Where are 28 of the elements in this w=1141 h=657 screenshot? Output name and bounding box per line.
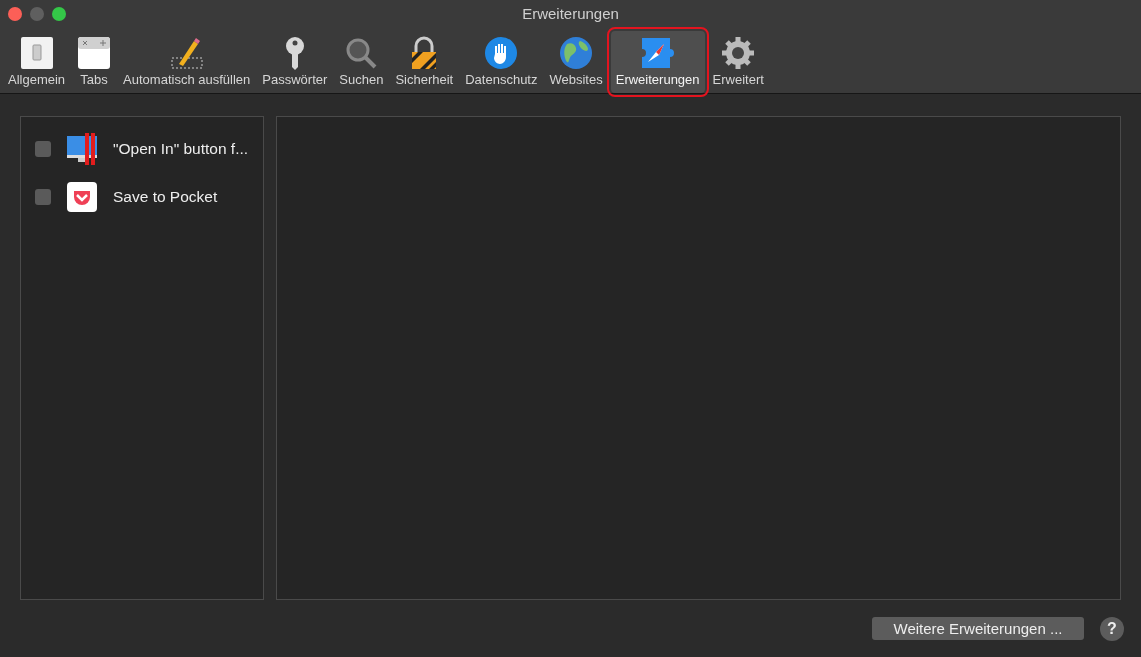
zoom-button[interactable] (52, 6, 66, 21)
window-title: Erweiterungen (522, 5, 619, 22)
tabs-icon (77, 36, 112, 70)
help-button[interactable]: ? (1100, 616, 1124, 641)
more-extensions-button[interactable]: Weitere Erweiterungen ... (872, 617, 1084, 640)
minimize-button[interactable] (30, 6, 44, 21)
extension-name: Save to Pocket (113, 188, 218, 206)
toolbar-tab[interactable]: Erweitert (706, 31, 770, 93)
pocket-icon (67, 182, 97, 212)
toolbar-tab[interactable]: Suchen (333, 31, 390, 93)
monitor-icon (66, 133, 98, 165)
checkbox[interactable] (35, 189, 51, 205)
checkbox[interactable] (35, 141, 51, 157)
toolbar-tab[interactable]: Tabs (71, 31, 118, 93)
extension-name: "Open In" button f... (113, 140, 249, 158)
magnifier-icon (344, 36, 379, 70)
globe-icon (559, 36, 594, 70)
toolbar-tab[interactable]: Websites (543, 31, 609, 93)
switch-icon (19, 36, 54, 70)
close-button[interactable] (8, 6, 22, 21)
pencil-icon (169, 36, 204, 70)
toolbar-tab[interactable]: Automatisch ausfüllen (117, 31, 257, 93)
toolbar-tab[interactable]: Datenschutz (459, 31, 544, 93)
toolbar-tab[interactable]: Allgemein (2, 31, 72, 93)
gear-icon (721, 36, 756, 70)
toolbar-tab[interactable]: Sicherheit (389, 31, 460, 93)
hand-icon (484, 36, 519, 70)
toolbar-tab[interactable]: Passwörter (256, 31, 334, 93)
